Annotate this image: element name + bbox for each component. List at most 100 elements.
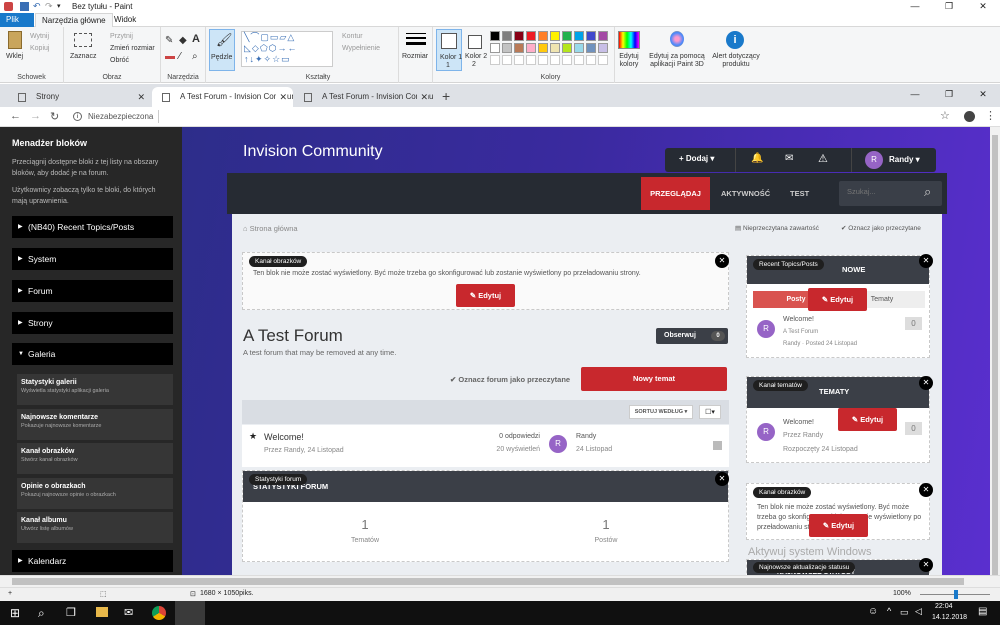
reports-icon[interactable]: ⚠ (818, 152, 828, 165)
add-button[interactable]: + Dodaj ▾ (679, 154, 714, 163)
browser-tab-third[interactable]: A Test Forum - Invision Commu ✕ (294, 87, 434, 107)
custom-color-slot[interactable] (562, 55, 572, 65)
reload-icon[interactable]: ↻ (50, 110, 59, 123)
sidebar-item-kalendarz[interactable]: ▶ Kalendarz (12, 550, 173, 572)
avatar[interactable]: R (757, 423, 775, 441)
close-icon[interactable]: ✕ (276, 87, 287, 107)
sidebar-item-recent-topics[interactable]: ▶ (NB40) Recent Topics/Posts (12, 216, 173, 238)
tab-view[interactable]: Widok (108, 13, 142, 27)
edit-button[interactable]: ✎ Edytuj (809, 514, 868, 537)
select-menu-button[interactable]: ☐▾ (699, 405, 721, 419)
close-block-icon[interactable]: ✕ (919, 254, 933, 268)
color-swatch[interactable] (526, 31, 536, 41)
info-icon[interactable]: i (73, 112, 82, 121)
topic-feed-title[interactable]: Welcome! (783, 419, 814, 426)
rotate-button[interactable]: Obróć (110, 57, 129, 64)
topic-title[interactable]: Welcome! (264, 432, 304, 442)
color-swatch[interactable] (574, 43, 584, 53)
sidebar-item-strony[interactable]: ▶ Strony (12, 312, 173, 334)
color-swatch[interactable] (562, 31, 572, 41)
breadcrumb[interactable]: ⌂ Strona główna (243, 224, 298, 233)
people-icon[interactable]: ☺ (868, 606, 878, 617)
zoom-slider-thumb[interactable] (954, 590, 958, 599)
unread-content-link[interactable]: ▤ Nieprzeczytana zawartość (735, 224, 819, 232)
tray-chevron-icon[interactable]: ^ (887, 606, 891, 616)
fill-button[interactable]: Wypełnienie (342, 45, 380, 52)
task-view-icon[interactable]: ❐ (66, 606, 76, 619)
color-swatch[interactable] (598, 31, 608, 41)
menu-dots-icon[interactable]: ⋮ (985, 109, 996, 122)
search-icon[interactable]: ⌕ (924, 184, 931, 200)
forward-icon[interactable]: → (30, 110, 41, 122)
close-block-icon[interactable]: ✕ (919, 376, 933, 390)
color-swatch[interactable] (514, 31, 524, 41)
edit-button[interactable]: ✎ Edytuj (456, 284, 515, 307)
file-explorer-icon[interactable] (96, 607, 108, 617)
maximize-icon[interactable]: ❐ (932, 0, 966, 13)
magnifier-icon[interactable]: ⌕ (192, 51, 198, 62)
clock-date[interactable]: 14.12.2018 (932, 614, 967, 621)
info-icon[interactable]: i (726, 31, 744, 49)
search-icon[interactable]: ⌕ (38, 606, 45, 621)
nav-browse[interactable]: PRZEGLĄDAJ (641, 177, 710, 210)
color-swatch[interactable] (538, 31, 548, 41)
color-swatch[interactable] (514, 43, 524, 53)
moderation-checkbox[interactable] (713, 441, 722, 450)
color-swatch[interactable] (586, 31, 596, 41)
text-icon[interactable]: A (192, 33, 200, 45)
redo-icon[interactable]: ↷ (45, 2, 54, 11)
custom-color-slot[interactable] (550, 55, 560, 65)
undo-icon[interactable]: ↶ (33, 2, 42, 11)
mark-forum-read[interactable]: ✔ Oznacz forum jako przeczytane (450, 375, 570, 384)
avatar[interactable]: R (549, 435, 567, 453)
edit-colors-icon[interactable] (618, 31, 640, 49)
nav-test[interactable]: TEST (790, 173, 809, 214)
minimize-icon[interactable]: — (898, 0, 932, 13)
recent-item-forum[interactable]: A Test Forum (783, 329, 818, 335)
edit-button[interactable]: ✎ Edytuj (808, 288, 867, 311)
crop-button[interactable]: Przytnij (110, 33, 133, 40)
color-picker-icon[interactable]: ⁄ (179, 51, 181, 62)
resize-button[interactable]: Zmień rozmiar (110, 45, 155, 52)
new-tab-icon[interactable]: + (442, 88, 450, 104)
color-swatch[interactable] (490, 43, 500, 53)
sidebar-item-forum[interactable]: ▶ Forum (12, 280, 173, 302)
size-button[interactable]: Rozmiar (402, 53, 428, 60)
last-poster[interactable]: Randy (576, 433, 596, 440)
mail-icon[interactable]: ✉ (124, 606, 133, 619)
color-swatch[interactable] (562, 43, 572, 53)
color-swatch[interactable] (598, 43, 608, 53)
custom-color-slot[interactable] (502, 55, 512, 65)
select-button[interactable]: Zaznacz (70, 53, 96, 60)
security-label[interactable]: Niezabezpieczona (88, 112, 153, 121)
avatar[interactable]: R (757, 320, 775, 338)
sidebar-item-galeria[interactable]: ▼ Galeria (12, 343, 173, 365)
user-menu[interactable]: Randy ▾ (889, 155, 920, 164)
sidebar-item-system[interactable]: ▶ System (12, 248, 173, 270)
close-icon[interactable]: ✕ (966, 88, 1000, 101)
close-block-icon[interactable]: ✕ (919, 558, 933, 572)
paste-icon[interactable] (8, 31, 22, 49)
block-latest-comments[interactable]: Najnowsze komentarze Pokazuje najnowsze k… (17, 409, 173, 440)
hscroll-thumb[interactable] (12, 578, 964, 585)
color-swatch[interactable] (526, 43, 536, 53)
custom-color-slot[interactable] (586, 55, 596, 65)
outline-button[interactable]: Kontur (342, 33, 363, 40)
color-swatch[interactable] (490, 31, 500, 41)
color-swatch[interactable] (502, 31, 512, 41)
custom-color-slot[interactable] (538, 55, 548, 65)
horizontal-scrollbar[interactable] (0, 575, 1000, 587)
profile-icon[interactable] (964, 111, 975, 122)
close-block-icon[interactable]: ✕ (715, 472, 729, 486)
messages-icon[interactable]: ✉ (785, 153, 793, 164)
eraser-icon[interactable]: ▬ (165, 51, 175, 62)
vertical-scrollbar[interactable] (990, 127, 1000, 575)
close-icon[interactable]: ✕ (417, 87, 428, 107)
edit-colors-button[interactable]: Edytuj kolory (617, 53, 641, 69)
notifications-icon[interactable]: 🔔 (751, 153, 763, 164)
cut-button[interactable]: Wytnij (30, 33, 49, 40)
chrome-icon[interactable] (152, 606, 166, 620)
new-topic-button[interactable]: Nowy temat (581, 367, 727, 391)
paint3d-icon[interactable] (670, 31, 684, 47)
paint-taskbar-button[interactable] (175, 601, 205, 625)
